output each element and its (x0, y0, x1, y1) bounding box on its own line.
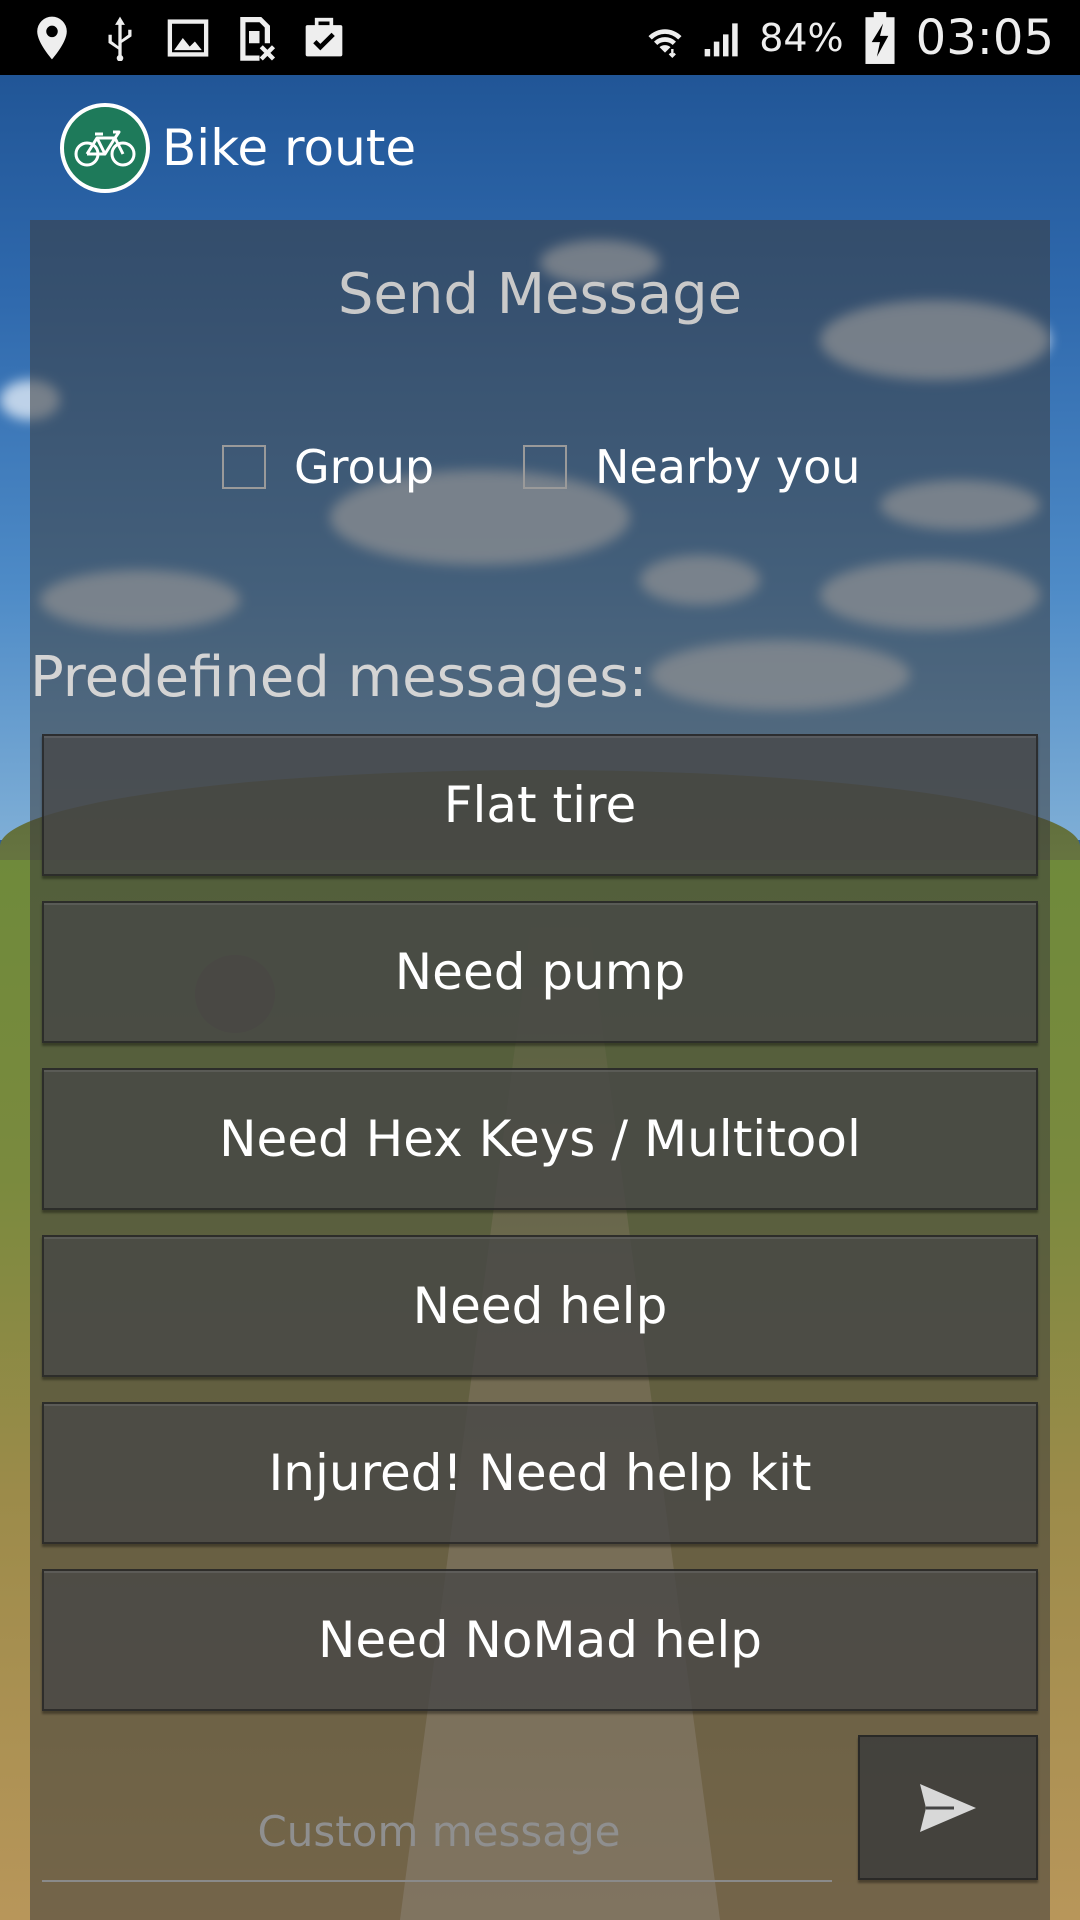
wifi-icon (643, 16, 687, 60)
message-button-injured[interactable]: Injured! Need help kit (42, 1402, 1038, 1544)
send-button[interactable] (858, 1735, 1038, 1880)
message-button-need-pump[interactable]: Need pump (42, 901, 1038, 1043)
message-button-flat-tire[interactable]: Flat tire (42, 734, 1038, 876)
signal-icon (701, 16, 745, 60)
message-button-need-help[interactable]: Need help (42, 1235, 1038, 1377)
image-icon (166, 16, 210, 60)
group-label: Group (294, 440, 435, 494)
message-button-hex-keys[interactable]: Need Hex Keys / Multitool (42, 1068, 1038, 1210)
battery-percent: 84% (759, 15, 844, 60)
send-icon (916, 1780, 980, 1836)
nearby-label: Nearby you (595, 440, 861, 494)
sim-blocked-icon (234, 16, 278, 61)
group-checkbox[interactable] (222, 445, 266, 489)
message-button-nomad-help[interactable]: Need NoMad help (42, 1569, 1038, 1711)
predefined-messages-label: Predefined messages: (30, 645, 648, 710)
action-bar: Bike route (0, 75, 1080, 220)
nearby-checkbox-row[interactable]: Nearby you (523, 440, 860, 494)
usb-icon (98, 16, 142, 61)
location-icon (30, 16, 74, 60)
app-logo[interactable] (60, 102, 150, 193)
app-title: Bike route (162, 118, 417, 177)
panel-title: Send Message (337, 262, 743, 327)
custom-message-input[interactable] (42, 1780, 836, 1882)
group-checkbox-row[interactable]: Group (222, 440, 434, 494)
nearby-checkbox[interactable] (523, 445, 567, 489)
custom-message-field[interactable] (42, 1780, 836, 1882)
clock: 03:05 (915, 9, 1054, 66)
bicycle-icon (73, 126, 137, 170)
battery-charging-icon (858, 11, 902, 64)
status-bar: 84% 03:05 (0, 0, 1080, 75)
clipboard-check-icon (302, 16, 346, 60)
